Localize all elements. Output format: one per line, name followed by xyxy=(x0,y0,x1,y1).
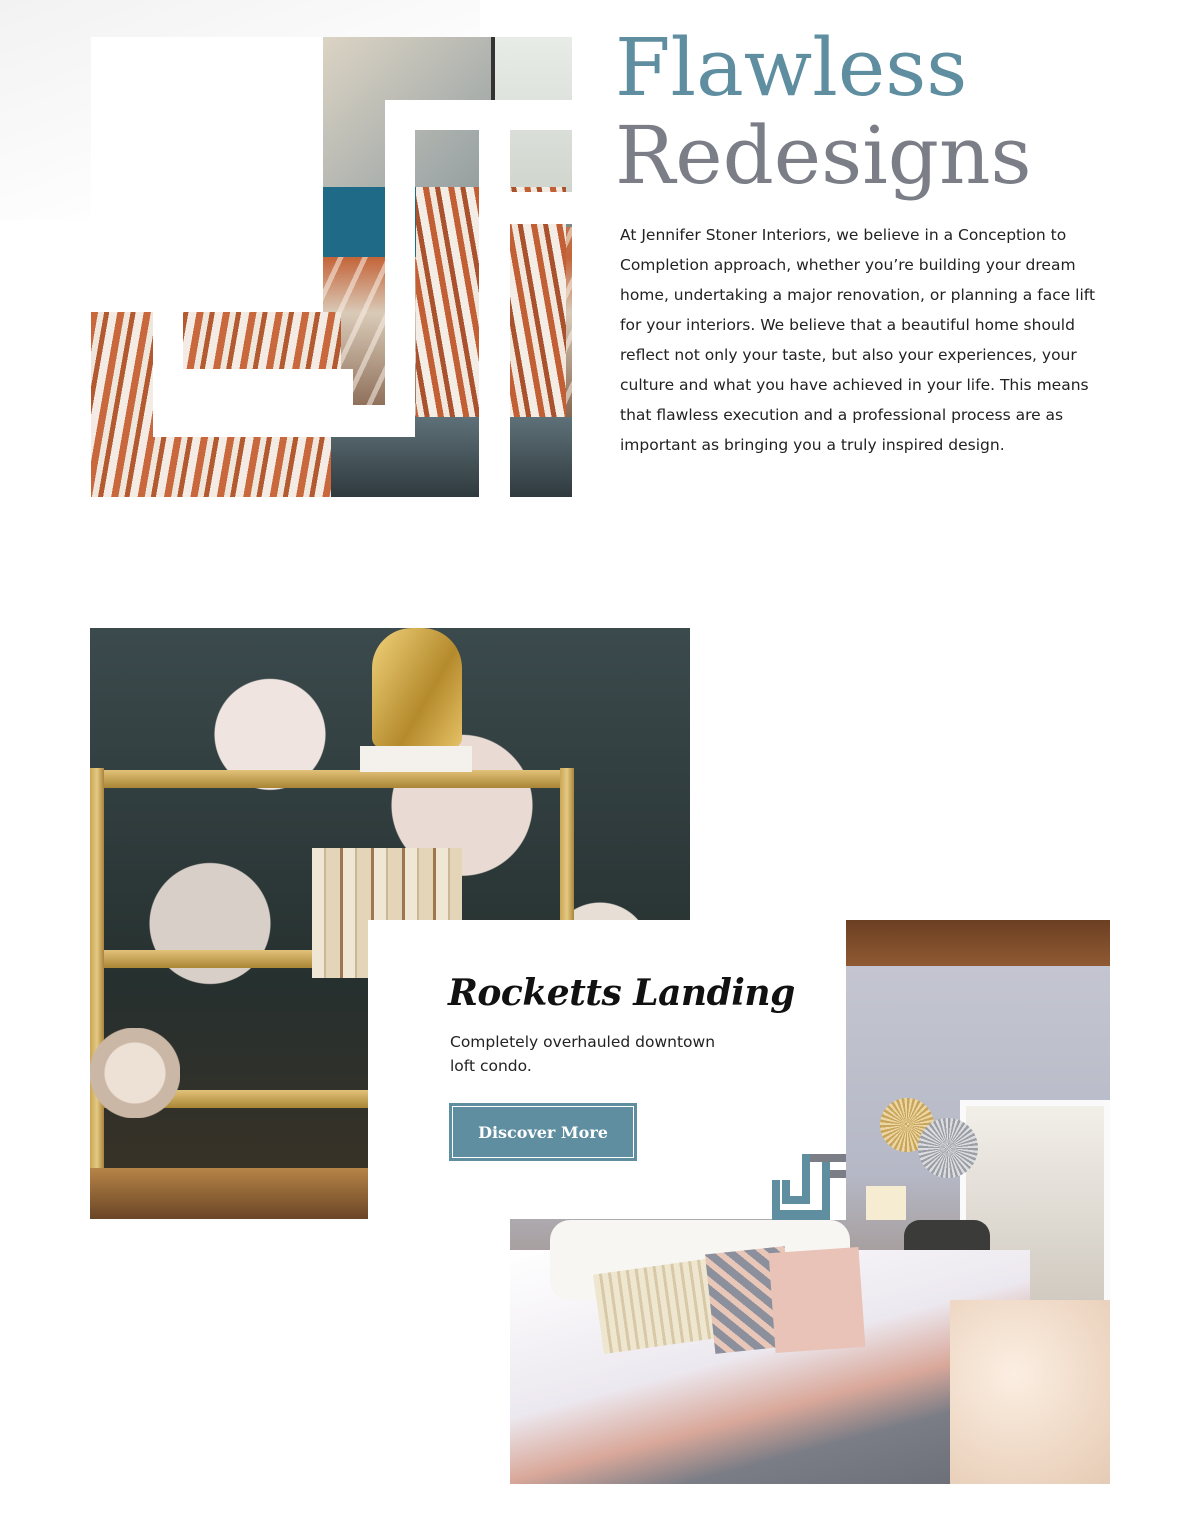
discover-more-label: Discover More xyxy=(452,1106,634,1158)
project-description: Completely overhauled downtown loft cond… xyxy=(450,1033,716,1075)
hero-title-line-2: Redesigns xyxy=(615,109,1032,202)
hero-title: Flawless Redesigns xyxy=(615,24,1175,200)
js-monogram-icon xyxy=(772,1150,846,1220)
hero-collage-image xyxy=(91,37,572,497)
discover-more-button[interactable]: Discover More xyxy=(449,1103,637,1161)
hero-title-line-1: Flawless xyxy=(615,21,968,114)
project-title: Rocketts Landing xyxy=(448,972,795,1014)
hero-description: At Jennifer Stoner Interiors, we believe… xyxy=(620,226,1096,454)
